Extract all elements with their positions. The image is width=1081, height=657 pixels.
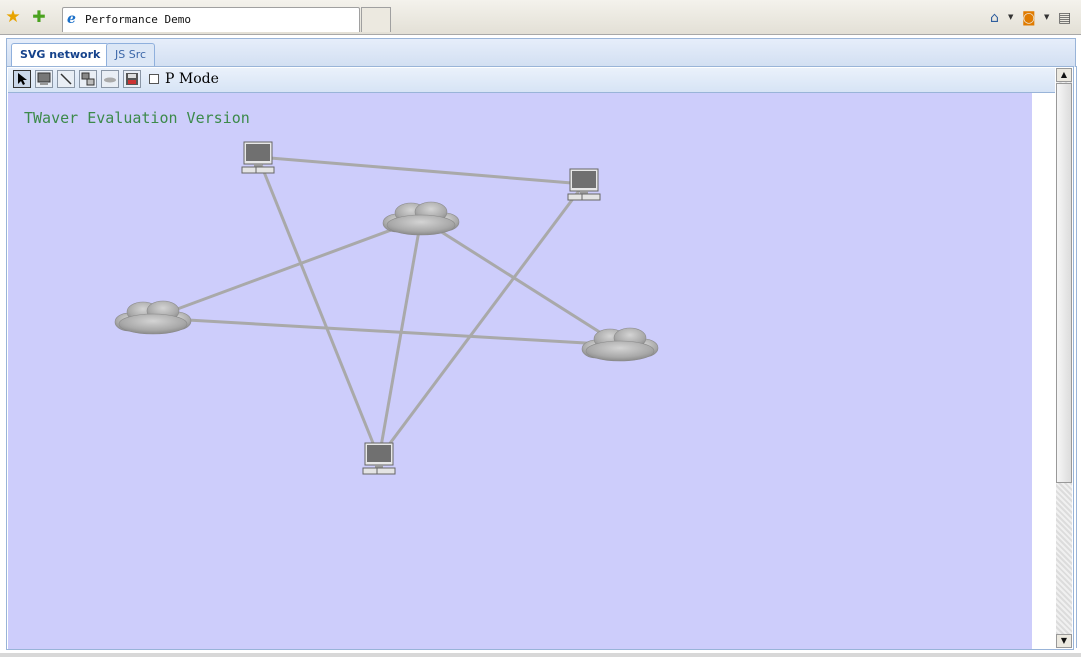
computer-icon [37, 72, 51, 85]
browser-command-icons: ⌂ ▼ ◙ ▼ ▤ [986, 8, 1081, 28]
cloud-node-icon[interactable] [382, 201, 460, 236]
network-graph[interactable] [8, 93, 1032, 649]
network-link-cloud-1-cloud-3[interactable] [420, 217, 621, 347]
computer-node-icon[interactable] [362, 442, 396, 475]
app-tabstrip: SVG network JS Src [6, 38, 1076, 67]
add-cloud-button[interactable] [101, 70, 119, 88]
status-bar [0, 653, 1081, 657]
add-favorites-icon[interactable]: ✚ [30, 8, 48, 26]
pmode-checkbox[interactable] [149, 74, 159, 84]
group-icon [81, 72, 95, 86]
computer-node-icon[interactable] [567, 168, 601, 201]
scroll-thumb[interactable] [1056, 83, 1072, 483]
group-button[interactable] [79, 70, 97, 88]
select-tool-button[interactable] [13, 70, 31, 88]
home-icon[interactable]: ⌂ [990, 8, 999, 28]
page-area: SVG network JS Src P Mode TWaver Evaluat… [0, 35, 1081, 657]
add-link-button[interactable] [57, 70, 75, 88]
cursor-arrow-icon [18, 73, 27, 85]
cloud-icon [104, 77, 116, 83]
rss-feed-icon[interactable]: ◙ [1022, 8, 1036, 28]
network-link-cloud-1-pc-3[interactable] [377, 218, 423, 459]
browser-command-bar: ★ ✚ e Performance Demo ⌂ ▼ ◙ ▼ ▤ [0, 0, 1081, 35]
print-icon[interactable]: ▤ [1058, 8, 1071, 28]
cloud-node-icon[interactable] [581, 327, 659, 362]
scroll-up-button[interactable]: ▲ [1056, 68, 1072, 82]
network-canvas[interactable]: TWaver Evaluation Version [8, 93, 1032, 649]
computer-node-icon[interactable] [241, 141, 275, 174]
tab-svg-network[interactable]: SVG network [11, 43, 110, 66]
favorites-star-icon[interactable]: ★ [4, 8, 22, 26]
network-link-pc-1-pc-2[interactable] [257, 155, 585, 186]
browser-tab-title: Performance Demo [85, 13, 191, 26]
tab-js-src[interactable]: JS Src [106, 43, 156, 66]
network-link-pc-1-pc-3[interactable] [256, 156, 381, 459]
add-computer-button[interactable] [35, 70, 53, 88]
ie-icon: e [67, 11, 76, 27]
browser-tab-performance-demo[interactable]: e Performance Demo [62, 7, 360, 32]
network-link-cloud-2-cloud-3[interactable] [152, 316, 621, 347]
pmode-label: P Mode [165, 71, 219, 87]
network-links [152, 155, 621, 459]
new-tab-button[interactable] [361, 7, 391, 32]
network-toolbar: P Mode [8, 68, 1055, 93]
floppy-disk-icon [126, 73, 138, 85]
cloud-node-icon[interactable] [114, 300, 192, 335]
save-button[interactable] [123, 70, 141, 88]
rss-dropdown-icon[interactable]: ▼ [1044, 13, 1049, 21]
right-panel-edge [1076, 66, 1081, 648]
link-line-icon [60, 73, 72, 85]
home-dropdown-icon[interactable]: ▼ [1008, 13, 1013, 21]
svg-network-panel: P Mode TWaver Evaluation Version ▲ ▼ [6, 66, 1074, 650]
scroll-down-button[interactable]: ▼ [1056, 634, 1072, 648]
vertical-scrollbar[interactable]: ▲ ▼ [1056, 68, 1072, 648]
network-link-cloud-1-cloud-2[interactable] [152, 217, 422, 320]
